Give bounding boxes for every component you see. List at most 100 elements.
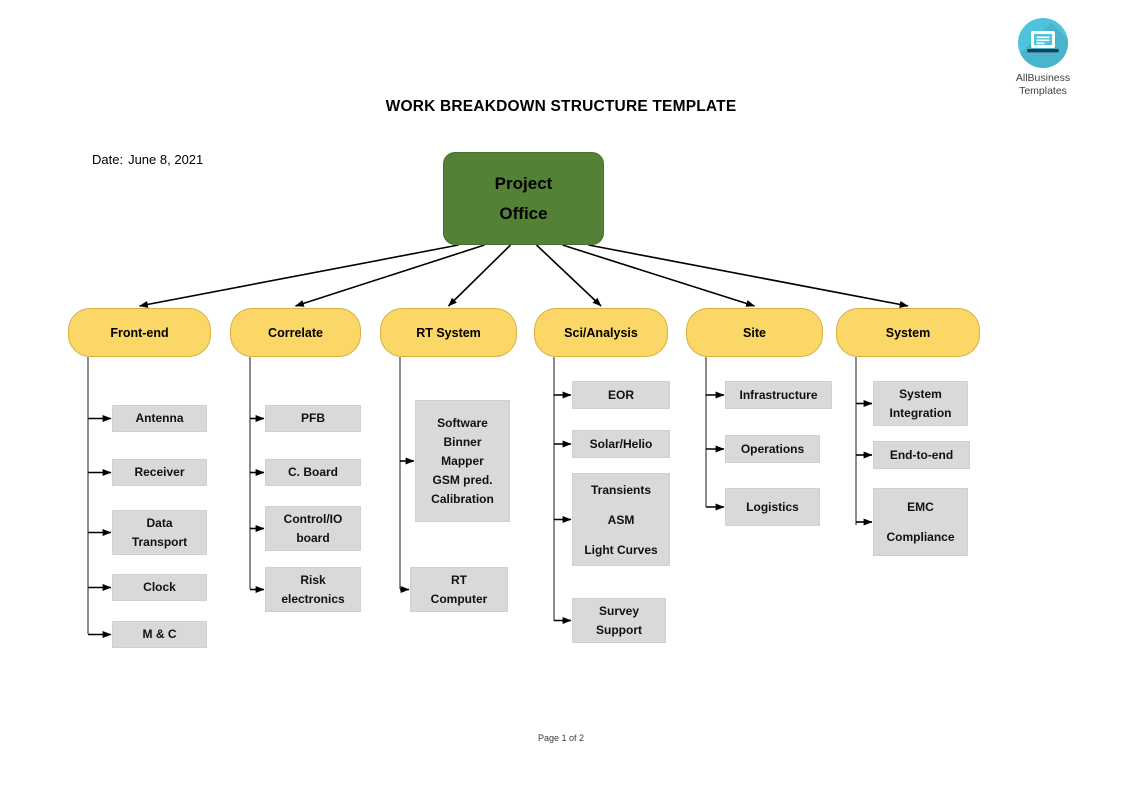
wbs-page: AllBusiness Templates WORK BREAKDOWN STR… xyxy=(0,0,1122,793)
node-label: EOR xyxy=(573,386,669,405)
node-label-line: RT xyxy=(451,572,467,587)
branch-node-rt-system[interactable]: RT System xyxy=(380,308,517,357)
node-label: Site xyxy=(687,326,822,340)
node-label-line: Front-end xyxy=(110,325,169,340)
node-label-line: GSM pred. xyxy=(432,472,493,487)
node-label-line: Correlate xyxy=(268,325,323,340)
node-label: M & C xyxy=(113,625,206,644)
leaf-node-operations[interactable]: Operations xyxy=(725,435,820,463)
leaf-node-infrastructure[interactable]: Infrastructure xyxy=(725,381,832,409)
node-label-line: Office xyxy=(499,203,548,223)
leaf-node-system-integration[interactable]: System Integration xyxy=(873,381,968,426)
leaf-node-control-io-board[interactable]: Control/IO board xyxy=(265,506,361,551)
node-label-line: Integration xyxy=(889,405,952,420)
node-label-line: Data xyxy=(146,515,173,530)
node-label-line: EMC xyxy=(907,500,934,514)
leaf-node-end-to-end[interactable]: End-to-end xyxy=(873,441,970,469)
leaf-node-solar-helio[interactable]: Solar/Helio xyxy=(572,430,670,458)
branch-node-front-end[interactable]: Front-end xyxy=(68,308,211,357)
node-label: End-to-end xyxy=(874,446,969,465)
branch-node-sci-analysis[interactable]: Sci/Analysis xyxy=(534,308,668,357)
node-label: Survey Support xyxy=(573,602,665,640)
node-label-line: Logistics xyxy=(746,499,799,514)
node-label-line: Operations xyxy=(740,441,805,456)
node-label: Sci/Analysis xyxy=(535,326,667,340)
branch-node-correlate[interactable]: Correlate xyxy=(230,308,361,357)
root-connectors xyxy=(138,244,909,308)
node-label-line: C. Board xyxy=(287,465,338,479)
node-label-line: Site xyxy=(743,325,766,340)
node-label: Receiver xyxy=(113,463,206,482)
node-label: System Integration xyxy=(874,385,967,423)
node-label: Front-end xyxy=(69,326,210,340)
connector-arrow xyxy=(588,244,909,308)
node-label-line: Solar/Helio xyxy=(589,436,653,451)
leaf-node-m-c[interactable]: M & C xyxy=(112,621,207,648)
node-label: Risk electronics xyxy=(266,571,360,609)
node-label-line: Receiver xyxy=(134,465,185,479)
node-label: Operations xyxy=(726,440,819,459)
node-label: RT System xyxy=(381,326,516,340)
node-label-line: Sci/Analysis xyxy=(564,325,638,340)
node-label-line: Software xyxy=(437,415,488,430)
node-label: Correlate xyxy=(231,326,360,340)
leaf-node-software-binner-mapper-gsm-pred-calibration[interactable]: Software Binner Mapper GSM pred. Calibration xyxy=(415,400,510,522)
leaf-node-survey-support[interactable]: Survey Support xyxy=(572,598,666,643)
leaf-node-eor[interactable]: EOR xyxy=(572,381,670,409)
node-label: PFB xyxy=(266,409,360,428)
node-label: Control/IO board xyxy=(266,510,360,548)
node-label-line: electronics xyxy=(281,591,345,606)
node-label: Solar/Helio xyxy=(573,435,669,454)
node-label: Antenna xyxy=(113,409,206,428)
connector-arrow xyxy=(294,244,485,307)
node-label-line: ASM xyxy=(607,512,635,527)
node-label-line: Computer xyxy=(430,591,488,606)
node-label: Logistics xyxy=(726,498,819,517)
node-label-line: Binner xyxy=(443,434,482,449)
node-label-line: Survey xyxy=(598,603,640,618)
root-node-project-office[interactable]: Project Office xyxy=(443,152,604,245)
node-label: Data Transport xyxy=(113,514,206,552)
leaf-node-receiver[interactable]: Receiver xyxy=(112,459,207,486)
node-label: Infrastructure xyxy=(726,386,831,405)
node-label-line: Transport xyxy=(131,534,188,549)
node-label-line: Clock xyxy=(143,580,176,594)
node-label: C. Board xyxy=(266,463,360,482)
node-label-line: Infrastructure xyxy=(739,387,818,402)
node-label-line: Transients xyxy=(590,482,652,497)
branch-node-system[interactable]: System xyxy=(836,308,980,357)
node-label-line: RT System xyxy=(416,325,481,340)
node-label-line: board xyxy=(296,530,330,545)
leaf-node-logistics[interactable]: Logistics xyxy=(725,488,820,526)
node-label-line: System xyxy=(899,386,942,401)
leaf-node-c-board[interactable]: C. Board xyxy=(265,459,361,486)
node-label-line: Calibration xyxy=(431,491,494,506)
node-label: Project Office xyxy=(444,169,603,229)
node-label-line: Antenna xyxy=(135,411,184,425)
connector-arrow xyxy=(138,244,459,308)
leaf-node-pfb[interactable]: PFB xyxy=(265,405,361,432)
node-label-line: M & C xyxy=(142,627,177,641)
node-label: RT Computer xyxy=(411,571,507,609)
node-label-line: System xyxy=(885,325,931,340)
node-label: Clock xyxy=(113,578,206,597)
node-label-line: Project xyxy=(494,173,553,193)
leaf-node-risk-electronics[interactable]: Risk electronics xyxy=(265,567,361,612)
leaf-node-data-transport[interactable]: Data Transport xyxy=(112,510,207,555)
node-label-line: PFB xyxy=(301,411,325,425)
node-label-line: Risk xyxy=(300,572,326,587)
node-label: System xyxy=(837,326,979,340)
node-label-line: Light Curves xyxy=(584,542,658,557)
node-label-line: Compliance xyxy=(886,530,955,544)
leaf-node-emc-compliance[interactable]: EMC Compliance xyxy=(873,488,968,556)
node-label: Transients ASM Light Curves xyxy=(573,475,669,565)
node-label-line: Mapper xyxy=(441,453,484,468)
node-label-line: Control/IO xyxy=(283,511,343,526)
branch-node-site[interactable]: Site xyxy=(686,308,823,357)
leaf-node-antenna[interactable]: Antenna xyxy=(112,405,207,432)
leaf-node-transients-asm-light-curves[interactable]: Transients ASM Light Curves xyxy=(572,473,670,566)
leaf-node-rt-computer[interactable]: RT Computer xyxy=(410,567,508,612)
node-label: EMC Compliance xyxy=(874,492,967,552)
node-label-line: End-to-end xyxy=(889,447,954,462)
leaf-node-clock[interactable]: Clock xyxy=(112,574,207,601)
